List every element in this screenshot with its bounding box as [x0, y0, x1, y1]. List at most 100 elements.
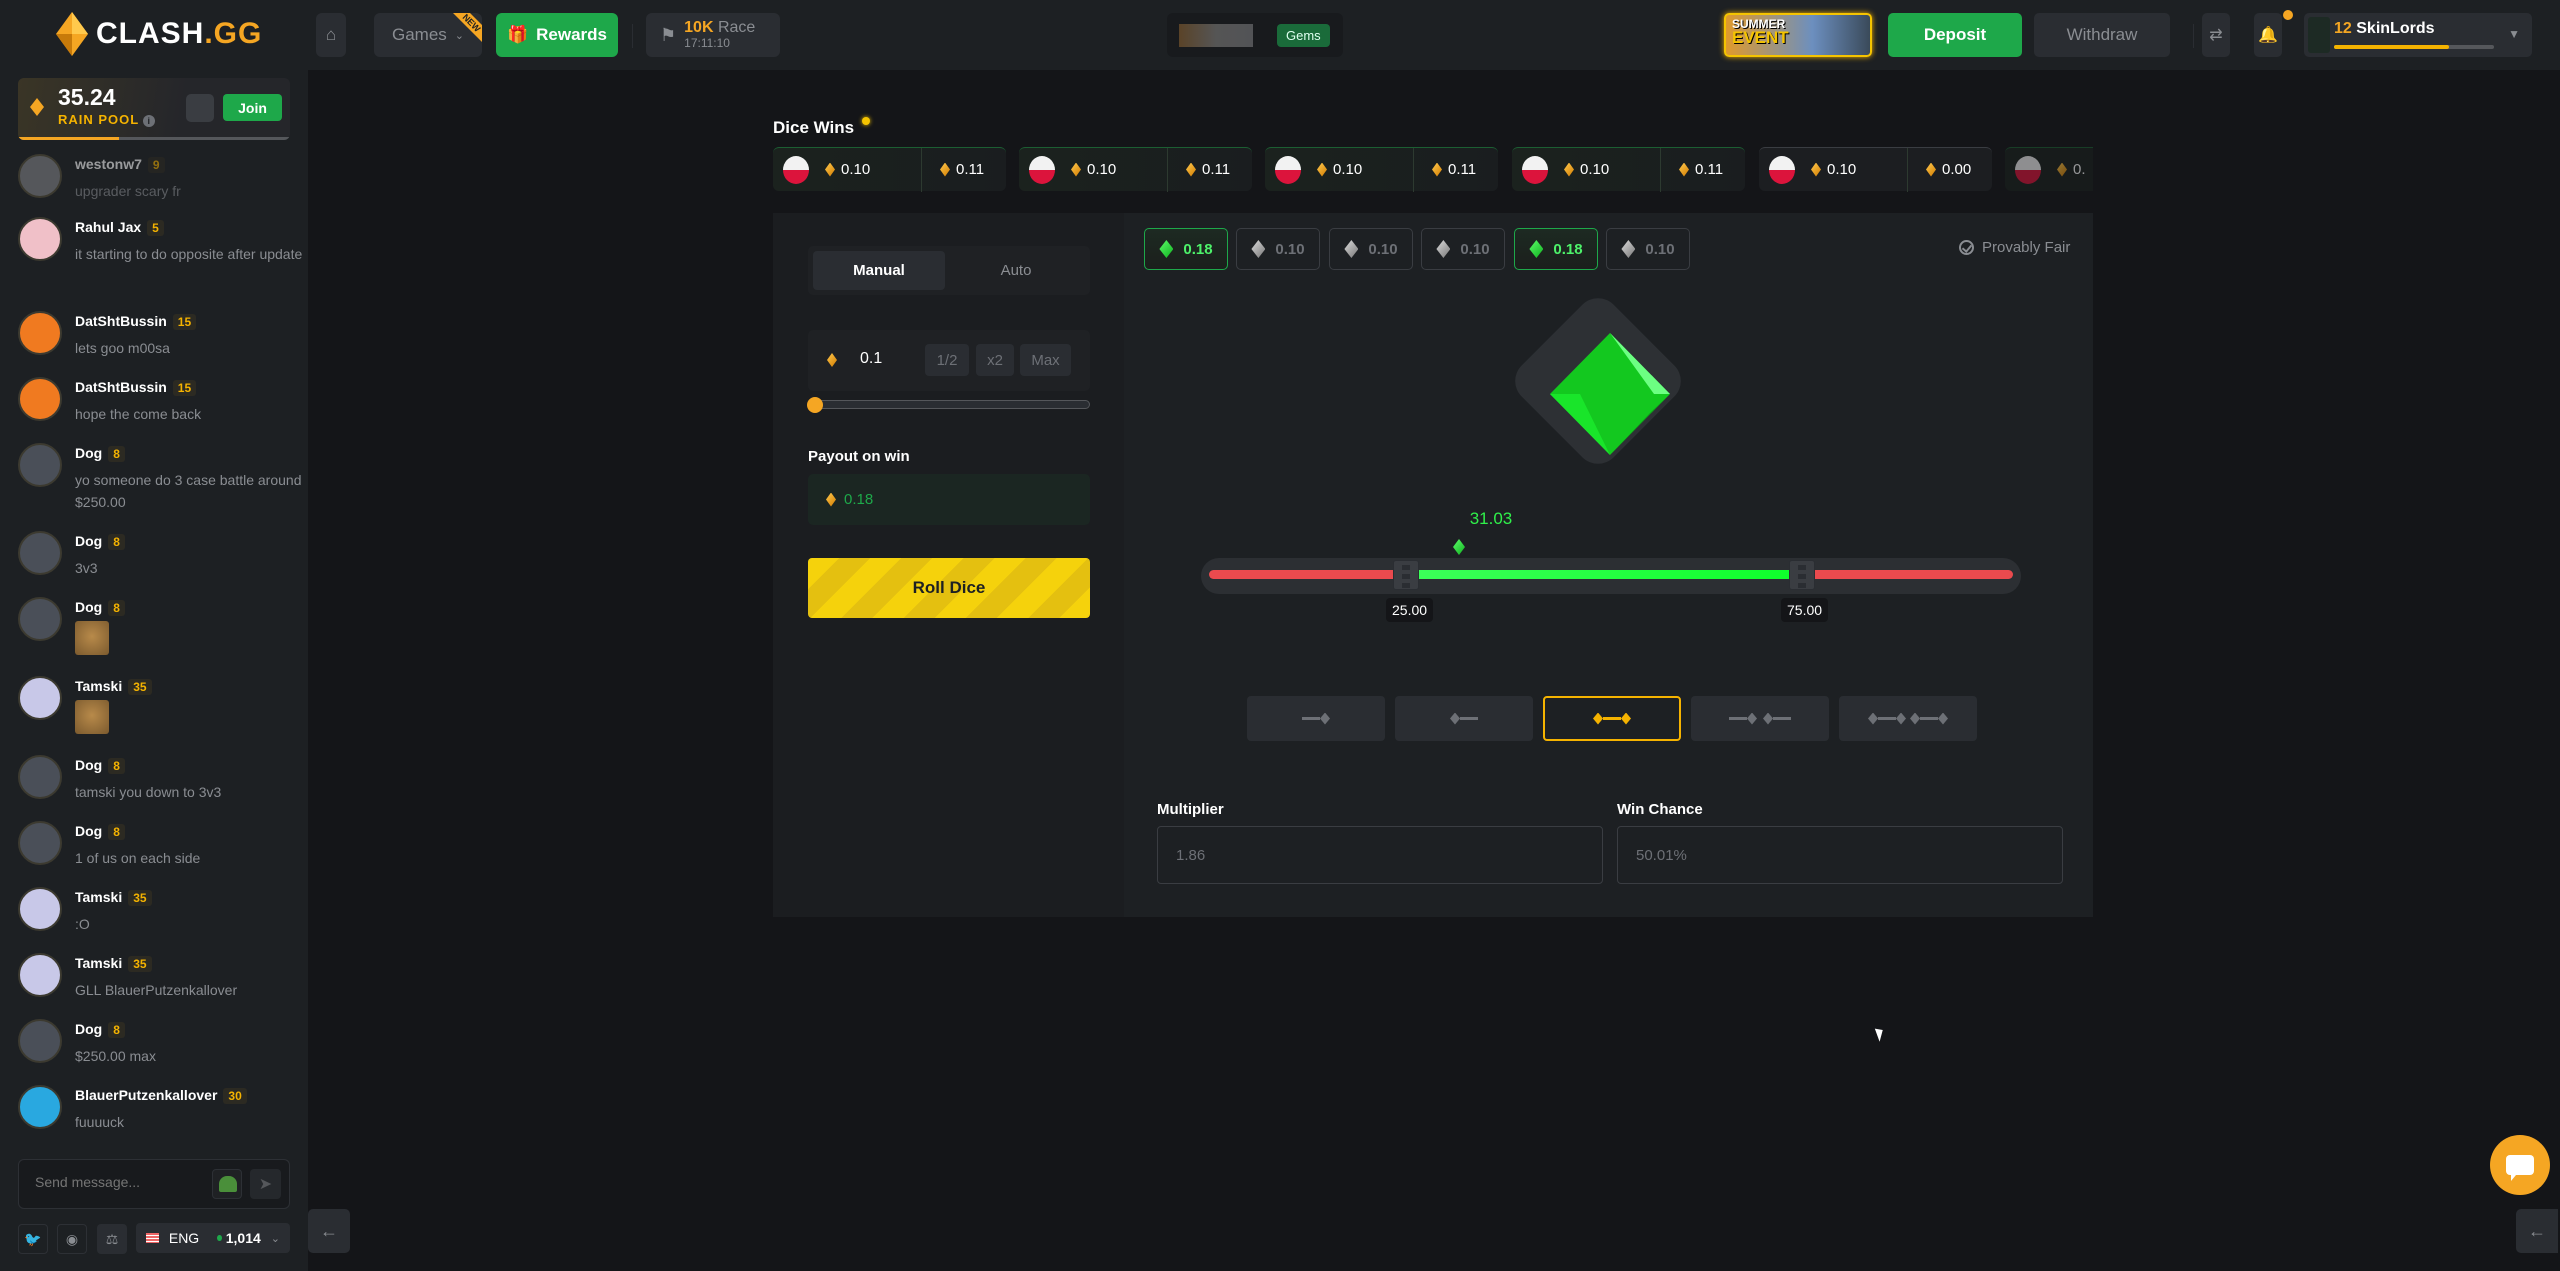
check-circle-icon	[1959, 240, 1974, 255]
games-dropdown[interactable]: Games ⌄ NEW	[374, 13, 482, 57]
mode-under-button[interactable]	[1247, 696, 1385, 741]
roll-between-icon	[1593, 712, 1631, 725]
mode-outside-button[interactable]	[1691, 696, 1829, 741]
race-label: Race	[717, 19, 756, 36]
tab-manual[interactable]: Manual	[813, 251, 945, 290]
range-high-value: 75.00	[1781, 598, 1829, 622]
history-item[interactable]: 0.18	[1514, 228, 1598, 270]
chat-username[interactable]: Dog	[75, 599, 102, 615]
discord-icon: ◉	[65, 1230, 79, 1247]
chat-username[interactable]: Dog	[75, 823, 102, 839]
avatar	[18, 154, 62, 198]
chat-messages[interactable]: westonw7 9 upgrader scary fr Rahul Jax 5 i…	[0, 80, 308, 1130]
poland-flag-icon	[1029, 155, 1055, 184]
gem-icon	[1071, 162, 1081, 177]
win-item[interactable]: 0.	[2005, 147, 2093, 191]
win-item[interactable]: 0.10 0.11	[773, 147, 1006, 192]
rewards-button[interactable]: 🎁 Rewards	[496, 13, 618, 57]
flag-icon: ⚑	[660, 24, 677, 45]
logo[interactable]: CLASH.GG	[56, 12, 262, 56]
chat-username[interactable]: westonw7	[75, 156, 142, 172]
support-chat-button[interactable]	[2490, 1135, 2550, 1195]
emote-picker-button[interactable]	[212, 1169, 242, 1199]
notifications-button[interactable]: 🔔	[2254, 13, 2282, 57]
send-button[interactable]: ➤	[250, 1169, 281, 1199]
collapse-chat-button[interactable]: ←	[308, 1209, 350, 1253]
chat-message-input[interactable]	[35, 1174, 195, 1190]
gem-icon	[827, 353, 837, 367]
gem-icon	[1926, 162, 1936, 177]
discord-button[interactable]: ◉	[57, 1224, 87, 1254]
chat-username[interactable]: DatShtBussin	[75, 313, 167, 329]
win-item[interactable]: 0.10 0.11	[1019, 147, 1252, 192]
bet-amount: 0.10	[1827, 161, 1857, 178]
chat-username[interactable]: Rahul Jax	[75, 219, 141, 235]
withdraw-button[interactable]: Withdraw	[2034, 13, 2170, 57]
bet-slider[interactable]	[807, 397, 1090, 413]
chat-text: 1 of us on each side	[75, 850, 201, 866]
avatar	[18, 443, 62, 487]
win-item[interactable]: 0.10 0.11	[1265, 147, 1498, 192]
chat-username[interactable]: Tamski	[75, 889, 122, 905]
user-level-badge: 8	[108, 824, 125, 840]
mode-over-button[interactable]	[1395, 696, 1533, 741]
chat-username[interactable]: Tamski	[75, 955, 122, 971]
mode-between-button[interactable]	[1543, 696, 1681, 741]
roll-dice-button[interactable]: Roll Dice	[808, 558, 1090, 618]
range-high-handle[interactable]	[1789, 560, 1815, 590]
history-item[interactable]: 0.10	[1421, 228, 1505, 270]
double-bet-button[interactable]: x2	[976, 344, 1014, 376]
gift-icon: 🎁	[506, 25, 529, 44]
bet-amount: 0.10	[841, 161, 871, 178]
deposit-button[interactable]: Deposit	[1888, 13, 2022, 57]
twitter-button[interactable]: 🐦	[18, 1224, 48, 1254]
language-label: ENG	[168, 1230, 200, 1246]
max-bet-button[interactable]: Max	[1020, 344, 1071, 376]
range-slider[interactable]	[1201, 558, 2021, 594]
bet-controls: Manual Auto 1/2 x2 Max Payout on win 0.1…	[773, 213, 1124, 917]
history-item[interactable]: 0.10	[1329, 228, 1413, 270]
race-button[interactable]: ⚑ 10K Race 17:11:10	[646, 13, 780, 57]
range-low-handle[interactable]	[1393, 560, 1419, 590]
win-item[interactable]: 0.10 0.00	[1759, 147, 1992, 192]
games-label: Games	[391, 25, 447, 44]
poland-flag-icon	[1769, 155, 1795, 184]
chat-username[interactable]: Dog	[75, 533, 102, 549]
summer-event-banner[interactable]: SUMMER EVENT	[1724, 13, 1872, 57]
win-item[interactable]: 0.10 0.11	[1512, 147, 1745, 192]
bell-icon: 🔔	[2258, 27, 2278, 44]
chat-username[interactable]: Tamski	[75, 678, 122, 694]
history-item[interactable]: 0.10	[1236, 228, 1320, 270]
dice-wins-feed: 0.10 0.11 0.10 0.11 0.10 0.11 0.10 0.11 …	[773, 147, 2093, 193]
provably-fair-button[interactable]: Provably Fair	[1959, 239, 2070, 256]
username: SkinLords	[2356, 20, 2435, 37]
rules-button[interactable]: ⚖	[97, 1224, 127, 1254]
avatar	[18, 676, 62, 720]
home-button[interactable]: ⌂	[316, 13, 346, 57]
bet-slider-handle[interactable]	[807, 397, 823, 413]
chat-username[interactable]: DatShtBussin	[75, 379, 167, 395]
history-item[interactable]: 0.18	[1144, 228, 1228, 270]
silver-gem-icon	[1344, 240, 1359, 258]
tab-auto[interactable]: Auto	[950, 251, 1082, 290]
gems-button[interactable]: Gems	[1277, 23, 1330, 47]
chat-username[interactable]: Dog	[75, 757, 102, 773]
user-menu[interactable]: 12 SkinLords ▼	[2304, 13, 2532, 57]
half-bet-button[interactable]: 1/2	[925, 344, 969, 376]
history-item[interactable]: 0.10	[1606, 228, 1690, 270]
race-amount: 10K	[684, 19, 714, 36]
mode-double-between-button[interactable]	[1839, 696, 1977, 741]
chat-username[interactable]: Dog	[75, 1021, 102, 1037]
payout-amount: 0.11	[956, 161, 985, 178]
multiplier-input[interactable]	[1157, 826, 1603, 884]
roll-mode-selector	[1247, 696, 1977, 741]
top-navigation: CLASH.GG ⌂ Games ⌄ NEW 🎁 Rewards ⚑ 10K R…	[0, 0, 2560, 70]
bet-amount-input[interactable]	[860, 350, 920, 368]
user-level-badge: 35	[128, 679, 152, 695]
language-selector[interactable]: ENG 1,014 ⌄	[136, 1223, 290, 1253]
chat-username[interactable]: Dog	[75, 445, 102, 461]
swap-button[interactable]: ⇄	[2202, 13, 2230, 57]
expand-panel-button[interactable]: ←	[2516, 1209, 2558, 1253]
chat-username[interactable]: BlauerPutzenkallover	[75, 1087, 217, 1103]
win-chance-input[interactable]	[1617, 826, 2063, 884]
